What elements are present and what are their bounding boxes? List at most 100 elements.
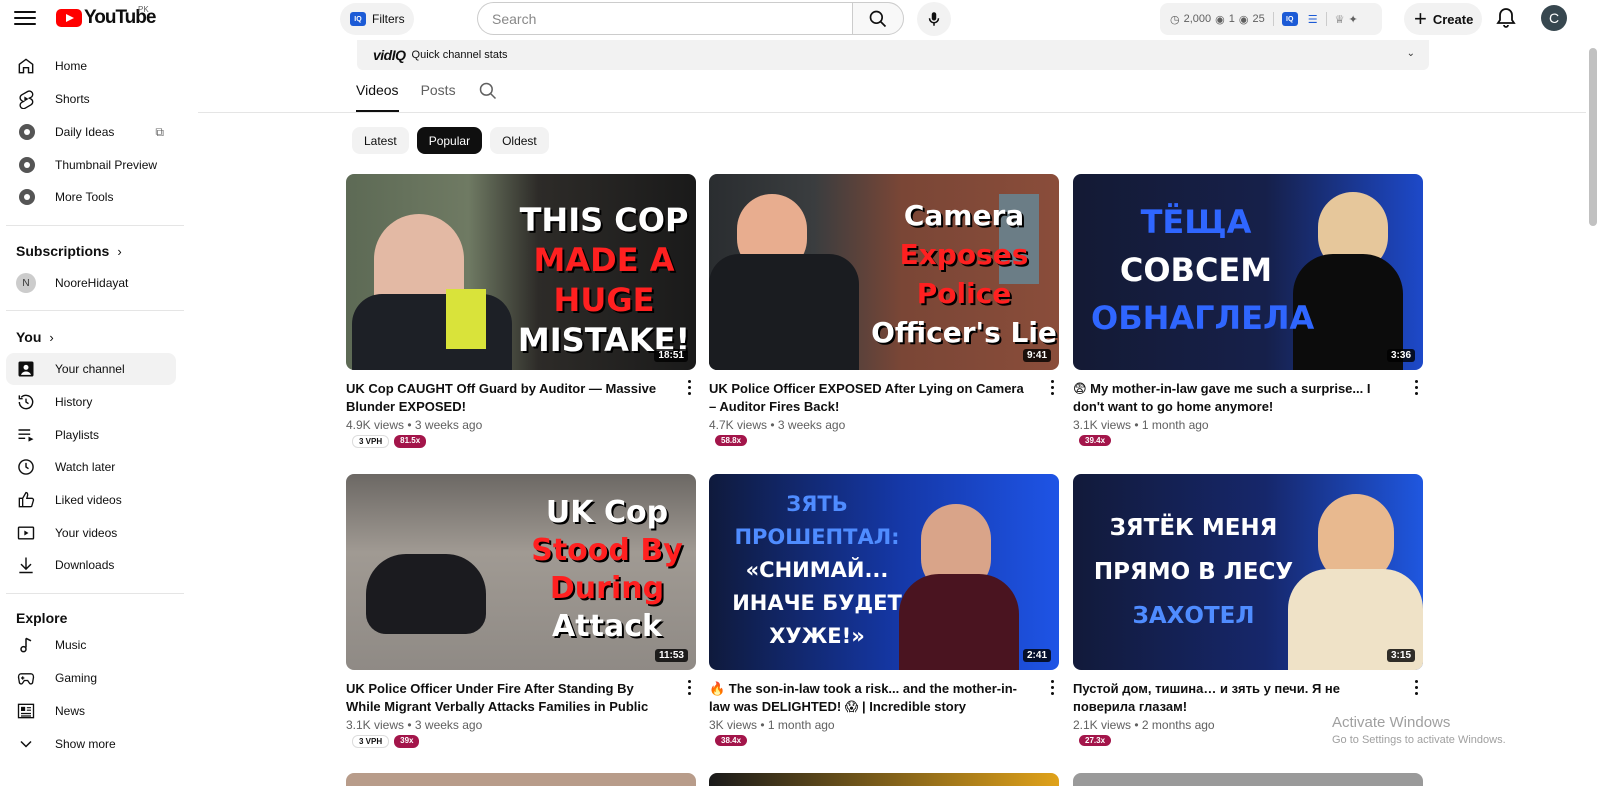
account-avatar[interactable]: C (1541, 5, 1567, 31)
sparkle-icon[interactable]: ✦ (1348, 13, 1357, 26)
thumbnail-line: During (549, 571, 665, 606)
outlier-badge: 27.3x (1079, 735, 1112, 746)
list-icon[interactable]: ☰ (1308, 13, 1318, 26)
video-thumbnail[interactable]: ЗЯТЬ ПРОШЕПТАЛ: «СНИМАЙ... ИНАЧЕ БУДЕТ Х… (709, 474, 1059, 670)
trophy-icon[interactable]: ♕ (1335, 13, 1345, 26)
chip-oldest[interactable]: Oldest (490, 127, 549, 154)
video-title[interactable]: 🔥 The son-in-law took a risk... and the … (709, 680, 1031, 716)
thumbnail-headline: Camera Exposes Police Officer's Lie (869, 196, 1059, 352)
video-thumbnail[interactable]: ТЁЩА СОВСЕМ ОБНАГЛЕЛА 3:36 (1073, 174, 1423, 370)
video-thumbnail[interactable]: ЗЯТЁК МЕНЯ ПРЯМО В ЛЕСУ ЗАХОТЕЛ 3:15 (1073, 474, 1423, 670)
video-title[interactable]: UK Cop CAUGHT Off Guard by Auditor — Mas… (346, 380, 668, 416)
outlier-badge: 38.4x (715, 735, 748, 746)
vidiq-stats-pill[interactable]: ◷ 2,000 ◉ 1 ◉ 25 IQ ☰ ♕ ✦ (1160, 3, 1382, 35)
sidebar-item-gaming[interactable]: Gaming (6, 662, 176, 694)
video-title[interactable]: UK Police Officer Under Fire After Stand… (346, 680, 668, 716)
video-title[interactable]: Пустой дом, тишина… и зять у печи. Я не … (1073, 680, 1395, 716)
page-scrollbar[interactable] (1586, 40, 1600, 786)
menu-icon[interactable] (14, 8, 36, 28)
chevron-down-icon[interactable]: ⌄ (1407, 48, 1415, 59)
sidebar-item-label: Thumbnail Preview (55, 158, 158, 172)
more-options-icon[interactable] (1415, 380, 1419, 398)
thumbnail-line: СОВСЕМ (1119, 251, 1273, 289)
video-thumbnail[interactable]: UK Cop Stood By During Attack 11:53 (346, 474, 696, 670)
sidebar-item-label: History (55, 395, 93, 409)
sidebar-item-show-more[interactable]: Show more (6, 728, 176, 760)
video-card[interactable]: ТЁЩА СОВСЕМ ОБНАГЛЕЛА 3:36 😨 My mother-i… (1073, 174, 1423, 446)
video-card[interactable]: ЗЯТЬ ПРОШЕПТАЛ: «СНИМАЙ... ИНАЧЕ БУДЕТ Х… (709, 474, 1059, 746)
video-thumbnail[interactable]: THIS COP MADE A HUGE MISTAKE! 18:51 (346, 174, 696, 370)
vidiq-icon (16, 187, 36, 207)
sidebar-item-watch-later[interactable]: Watch later (6, 451, 176, 483)
thumbnail-line: ПРЯМО В ЛЕСУ (1093, 559, 1294, 585)
video-card[interactable]: THIS COP MADE A HUGE MISTAKE! 18:51 UK C… (346, 174, 696, 448)
voice-search-button[interactable] (917, 2, 951, 36)
sidebar-item-downloads[interactable]: Downloads (6, 549, 176, 581)
like-icon (16, 490, 36, 510)
search-button[interactable] (852, 2, 904, 35)
video-duration: 9:41 (1022, 349, 1051, 362)
video-thumbnail-partial[interactable] (709, 773, 1059, 786)
video-title[interactable]: 😨 My mother-in-law gave me such a surpri… (1073, 380, 1395, 416)
sidebar-item-subscription[interactable]: N NooreHidayat (6, 267, 176, 299)
filters-button[interactable]: IQ Filters (340, 3, 414, 35)
chip-latest[interactable]: Latest (352, 127, 409, 154)
sidebar-item-daily-ideas[interactable]: Daily Ideas ⧉ (6, 116, 176, 148)
vidiq-bar-label: Quick channel stats (411, 49, 508, 61)
sidebar-item-history[interactable]: History (6, 386, 176, 418)
sidebar-item-label: Downloads (55, 558, 115, 572)
home-icon (16, 56, 36, 76)
video-thumbnail[interactable]: Camera Exposes Police Officer's Lie 9:41 (709, 174, 1059, 370)
sidebar-item-home[interactable]: Home (6, 50, 176, 82)
thumbnail-line: THIS COP (519, 201, 689, 239)
vidiq-icon[interactable]: IQ (1281, 12, 1298, 26)
more-options-icon[interactable] (1051, 380, 1055, 398)
video-card[interactable]: Camera Exposes Police Officer's Lie 9:41… (709, 174, 1059, 446)
channel-icon (16, 359, 36, 379)
scrollbar-thumb[interactable] (1589, 48, 1597, 226)
you-heading[interactable]: You › (16, 329, 54, 345)
video-thumbnail-partial[interactable] (1073, 773, 1423, 786)
chip-popular[interactable]: Popular (416, 127, 483, 154)
video-title[interactable]: UK Police Officer EXPOSED After Lying on… (709, 380, 1031, 416)
video-meta: 3.1K views • 1 month ago (1073, 418, 1209, 432)
divider (6, 310, 184, 311)
search-icon[interactable] (478, 81, 498, 101)
sidebar-item-playlists[interactable]: Playlists (6, 419, 176, 451)
youtube-logo[interactable]: YouTube PK (56, 5, 156, 29)
sidebar-item-news[interactable]: News (6, 695, 176, 727)
tab-posts[interactable]: Posts (421, 82, 456, 112)
search-input[interactable] (492, 10, 853, 27)
sidebar-item-liked-videos[interactable]: Liked videos (6, 484, 176, 516)
thumbnail-headline: ЗЯТЬ ПРОШЕПТАЛ: «СНИМАЙ... ИНАЧЕ БУДЕТ Х… (717, 488, 917, 653)
sidebar-item-music[interactable]: Music (6, 629, 176, 661)
vidiq-icon: IQ (350, 12, 366, 26)
video-card[interactable]: UK Cop Stood By During Attack 11:53 UK P… (346, 474, 696, 748)
sidebar-item-shorts[interactable]: Shorts (6, 83, 176, 115)
vidiq-badges: 3 VPH 81.5x (352, 435, 696, 448)
sidebar-item-your-channel[interactable]: Your channel (6, 353, 176, 385)
more-options-icon[interactable] (1415, 680, 1419, 698)
sidebar-item-your-videos[interactable]: Your videos (6, 517, 176, 549)
more-options-icon[interactable] (688, 680, 692, 698)
notifications-bell-icon[interactable] (1494, 6, 1518, 30)
sort-chips: Latest Popular Oldest (352, 127, 549, 154)
video-card[interactable]: ЗЯТЁК МЕНЯ ПРЯМО В ЛЕСУ ЗАХОТЕЛ 3:15 Пус… (1073, 474, 1423, 746)
uniform-shape (709, 254, 859, 370)
tab-videos[interactable]: Videos (356, 82, 399, 112)
sidebar-item-thumbnail-preview[interactable]: Thumbnail Preview (6, 149, 176, 181)
more-options-icon[interactable] (1051, 680, 1055, 698)
thumbnail-line: Stood By (531, 533, 683, 568)
filters-label: Filters (372, 12, 405, 26)
clock-icon: ◷ (1170, 13, 1180, 26)
more-options-icon[interactable] (688, 380, 692, 398)
vidiq-quick-stats-bar[interactable]: vidIQ Quick channel stats ⌄ (357, 40, 1429, 70)
video-thumbnail-partial[interactable] (346, 773, 696, 786)
create-button[interactable]: + Create (1404, 3, 1482, 35)
subscriptions-heading[interactable]: Subscriptions › (16, 243, 122, 259)
region-code: PK (138, 5, 149, 14)
thumbnail-line: ЗАХОТЕЛ (1132, 603, 1255, 629)
thumbnail-headline: ЗЯТЁК МЕНЯ ПРЯМО В ЛЕСУ ЗАХОТЕЛ (1081, 506, 1306, 638)
outlier-badge: 39.4x (1079, 435, 1112, 446)
sidebar-item-more-tools[interactable]: More Tools (6, 181, 176, 213)
